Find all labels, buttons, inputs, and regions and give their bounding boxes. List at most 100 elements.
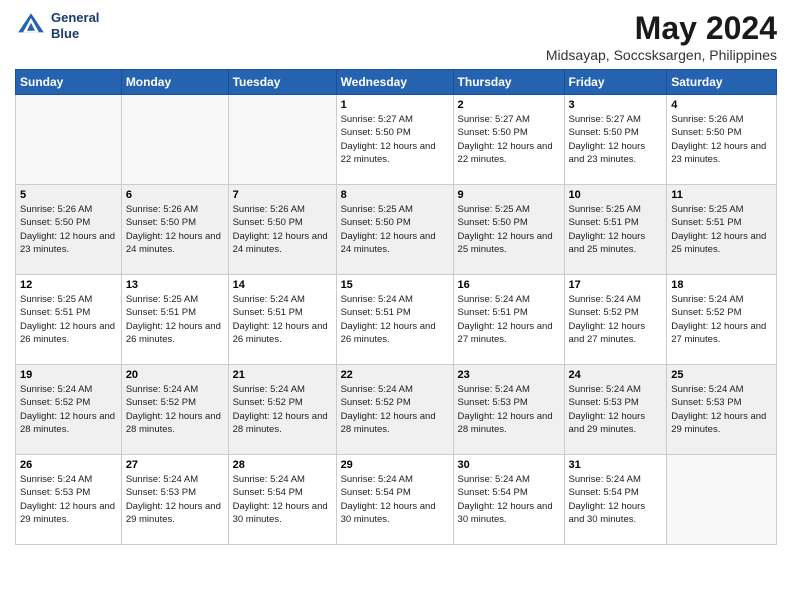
col-saturday: Saturday (667, 70, 777, 95)
cell-3-2: 13Sunrise: 5:25 AMSunset: 5:51 PMDayligh… (121, 275, 228, 365)
title-block: May 2024 Midsayap, Soccsksargen, Philipp… (546, 10, 777, 63)
cell-4-7: 25 Sunrise: 5:24 AMSunset: 5:53 PMDayligh… (667, 365, 777, 455)
day-number: 25 (671, 369, 772, 381)
day-number: 5 (20, 189, 117, 201)
day-number: 24 (569, 369, 663, 381)
col-sunday: Sunday (16, 70, 122, 95)
day-info: Sunrise: 5:27 AMSunset: 5:50 PMDaylight:… (458, 113, 560, 166)
day-number: 22 (341, 369, 449, 381)
cell-2-3: 7 Sunrise: 5:26 AMSunset: 5:50 PMDaylight… (228, 185, 336, 275)
day-info: Sunrise: 5:24 AMSunset: 5:51 PMDaylight:… (341, 293, 449, 346)
day-info: Sunrise: 5:24 AMSunset: 5:54 PMDaylight:… (458, 473, 560, 526)
day-info: Sunrise: 5:25 AMSunset: 5:51 PMDaylight:… (20, 293, 117, 346)
day-info: Sunrise: 5:27 AMSunset: 5:50 PMDaylight:… (569, 113, 663, 166)
day-info: Sunrise: 5:27 AMSunset: 5:50 PMDaylight:… (341, 113, 449, 166)
cell-5-7 (667, 455, 777, 545)
day-info: Sunrise: 5:25 AMSunset: 5:51 PMDaylight:… (126, 293, 224, 346)
day-info: Sunrise: 5:25 AMSunset: 5:51 PMDaylight:… (569, 203, 663, 256)
week-row-4: 19 Sunrise: 5:24 AMSunset: 5:52 PMDayligh… (16, 365, 777, 455)
logo: General Blue (15, 10, 99, 42)
day-info: Sunrise: 5:26 AMSunset: 5:50 PMDaylight:… (126, 203, 224, 256)
day-info: Sunrise: 5:24 AMSunset: 5:52 PMDaylight:… (233, 383, 332, 436)
day-info: Sunrise: 5:25 AMSunset: 5:50 PMDaylight:… (341, 203, 449, 256)
day-info: Sunrise: 5:24 AMSunset: 5:51 PMDaylight:… (233, 293, 332, 346)
cell-4-3: 21 Sunrise: 5:24 AMSunset: 5:52 PMDayligh… (228, 365, 336, 455)
day-info: Sunrise: 5:26 AMSunset: 5:50 PMDaylight:… (233, 203, 332, 256)
col-thursday: Thursday (453, 70, 564, 95)
day-number: 18 (671, 279, 772, 291)
day-number: 10 (569, 189, 663, 201)
cell-1-5: 2 Sunrise: 5:27 AMSunset: 5:50 PMDaylight… (453, 95, 564, 185)
day-number: 16 (458, 279, 560, 291)
day-info: Sunrise: 5:24 AMSunset: 5:53 PMDaylight:… (671, 383, 772, 436)
day-number: 4 (671, 99, 772, 111)
cell-1-6: 3 Sunrise: 5:27 AMSunset: 5:50 PMDaylight… (564, 95, 667, 185)
day-number: 1 (341, 99, 449, 111)
day-number: 3 (569, 99, 663, 111)
cell-1-2 (121, 95, 228, 185)
cell-2-2: 6 Sunrise: 5:26 AMSunset: 5:50 PMDaylight… (121, 185, 228, 275)
day-info: Sunrise: 5:24 AMSunset: 5:51 PMDaylight:… (458, 293, 560, 346)
cell-5-1: 26Sunrise: 5:24 AMSunset: 5:53 PMDayligh… (16, 455, 122, 545)
location-subtitle: Midsayap, Soccsksargen, Philippines (546, 47, 777, 63)
day-number: 9 (458, 189, 560, 201)
day-info: Sunrise: 5:24 AMSunset: 5:52 PMDaylight:… (20, 383, 117, 436)
cell-3-6: 17Sunrise: 5:24 AMSunset: 5:52 PMDayligh… (564, 275, 667, 365)
day-info: Sunrise: 5:24 AMSunset: 5:52 PMDaylight:… (569, 293, 663, 346)
cell-2-7: 11 Sunrise: 5:25 AMSunset: 5:51 PMDayligh… (667, 185, 777, 275)
day-info: Sunrise: 5:24 AMSunset: 5:53 PMDaylight:… (126, 473, 224, 526)
day-info: Sunrise: 5:26 AMSunset: 5:50 PMDaylight:… (671, 113, 772, 166)
month-year-title: May 2024 (546, 10, 777, 47)
day-number: 19 (20, 369, 117, 381)
cell-2-6: 10 Sunrise: 5:25 AMSunset: 5:51 PMDayligh… (564, 185, 667, 275)
day-info: Sunrise: 5:25 AMSunset: 5:50 PMDaylight:… (458, 203, 560, 256)
cell-4-5: 23Sunrise: 5:24 AMSunset: 5:53 PMDayligh… (453, 365, 564, 455)
day-number: 8 (341, 189, 449, 201)
day-number: 21 (233, 369, 332, 381)
day-number: 11 (671, 189, 772, 201)
day-info: Sunrise: 5:24 AMSunset: 5:54 PMDaylight:… (569, 473, 663, 526)
page-header: General Blue May 2024 Midsayap, Soccsksa… (15, 10, 777, 63)
cell-4-4: 22Sunrise: 5:24 AMSunset: 5:52 PMDayligh… (336, 365, 453, 455)
cell-3-1: 12 Sunrise: 5:25 AMSunset: 5:51 PMDayligh… (16, 275, 122, 365)
day-number: 30 (458, 459, 560, 471)
cell-2-1: 5 Sunrise: 5:26 AMSunset: 5:50 PMDaylight… (16, 185, 122, 275)
day-info: Sunrise: 5:24 AMSunset: 5:53 PMDaylight:… (20, 473, 117, 526)
day-number: 14 (233, 279, 332, 291)
cell-1-7: 4 Sunrise: 5:26 AMSunset: 5:50 PMDaylight… (667, 95, 777, 185)
cell-3-7: 18Sunrise: 5:24 AMSunset: 5:52 PMDayligh… (667, 275, 777, 365)
day-number: 2 (458, 99, 560, 111)
day-info: Sunrise: 5:24 AMSunset: 5:53 PMDaylight:… (569, 383, 663, 436)
cell-5-4: 29Sunrise: 5:24 AMSunset: 5:54 PMDayligh… (336, 455, 453, 545)
day-number: 12 (20, 279, 117, 291)
day-info: Sunrise: 5:26 AMSunset: 5:50 PMDaylight:… (20, 203, 117, 256)
logo-icon (15, 10, 47, 42)
week-row-1: 1 Sunrise: 5:27 AMSunset: 5:50 PMDaylight… (16, 95, 777, 185)
cell-5-6: 31Sunrise: 5:24 AMSunset: 5:54 PMDayligh… (564, 455, 667, 545)
calendar-table: Sunday Monday Tuesday Wednesday Thursday… (15, 69, 777, 545)
cell-1-1 (16, 95, 122, 185)
day-number: 7 (233, 189, 332, 201)
cell-5-5: 30 Sunrise: 5:24 AMSunset: 5:54 PMDayligh… (453, 455, 564, 545)
day-number: 23 (458, 369, 560, 381)
day-number: 20 (126, 369, 224, 381)
col-monday: Monday (121, 70, 228, 95)
cell-3-3: 14 Sunrise: 5:24 AMSunset: 5:51 PMDayligh… (228, 275, 336, 365)
calendar-header-row: Sunday Monday Tuesday Wednesday Thursday… (16, 70, 777, 95)
cell-3-5: 16 Sunrise: 5:24 AMSunset: 5:51 PMDayligh… (453, 275, 564, 365)
week-row-3: 12 Sunrise: 5:25 AMSunset: 5:51 PMDayligh… (16, 275, 777, 365)
day-info: Sunrise: 5:24 AMSunset: 5:54 PMDaylight:… (233, 473, 332, 526)
cell-1-4: 1 Sunrise: 5:27 AMSunset: 5:50 PMDaylight… (336, 95, 453, 185)
day-info: Sunrise: 5:25 AMSunset: 5:51 PMDaylight:… (671, 203, 772, 256)
cell-1-3 (228, 95, 336, 185)
logo-text: General Blue (51, 10, 99, 41)
cell-4-2: 20 Sunrise: 5:24 AMSunset: 5:52 PMDayligh… (121, 365, 228, 455)
cell-5-2: 27Sunrise: 5:24 AMSunset: 5:53 PMDayligh… (121, 455, 228, 545)
cell-5-3: 28 Sunrise: 5:24 AMSunset: 5:54 PMDayligh… (228, 455, 336, 545)
col-friday: Friday (564, 70, 667, 95)
col-tuesday: Tuesday (228, 70, 336, 95)
day-info: Sunrise: 5:24 AMSunset: 5:52 PMDaylight:… (126, 383, 224, 436)
day-number: 6 (126, 189, 224, 201)
day-info: Sunrise: 5:24 AMSunset: 5:54 PMDaylight:… (341, 473, 449, 526)
day-number: 28 (233, 459, 332, 471)
